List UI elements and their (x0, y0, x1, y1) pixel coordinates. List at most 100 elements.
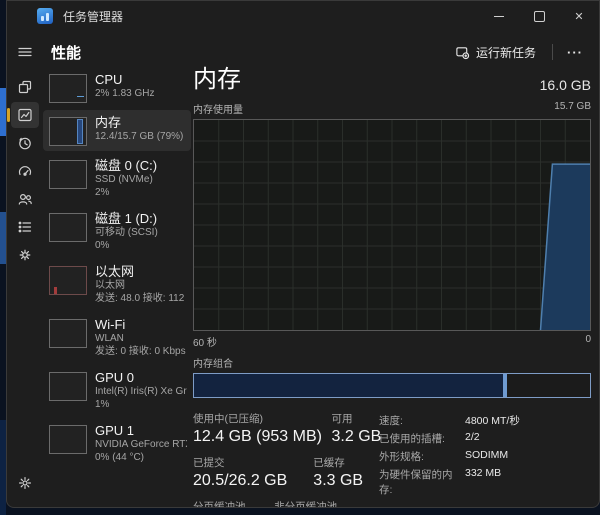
maximize-button[interactable] (519, 1, 559, 31)
details-list-icon (17, 219, 33, 235)
window-title: 任务管理器 (63, 8, 123, 25)
minimize-icon (494, 16, 504, 17)
nav-app-history[interactable] (11, 130, 39, 156)
chart-x-left-label: 60 秒 (193, 334, 217, 349)
processes-icon (17, 79, 33, 95)
sidebar-item-stats: 0% (44 °C) (95, 451, 187, 464)
stat-value-slots-used: 2/2 (465, 431, 480, 446)
sidebar-item-ethernet[interactable]: 以太网 以太网 发送: 48.0 接收: 112 K (43, 259, 191, 310)
titlebar[interactable]: 任务管理器 ✕ (7, 1, 599, 31)
run-new-task-icon (455, 45, 470, 60)
memory-stats-left: 使用中(已压缩) 12.4 GB (953 MB) 可用 3.2 GB 已提交 … (193, 413, 375, 508)
run-new-task-button[interactable]: 运行新任务 (445, 40, 546, 65)
sidebar-item-gpu0[interactable]: GPU 0 Intel(R) Iris(R) Xe Grap 1% (43, 365, 191, 416)
performance-icon (17, 107, 33, 123)
memory-stats-right: 速度: 4800 MT/秒 已使用的插槽: 2/2 外形规格: SODIMM 为… (379, 413, 520, 508)
sidebar-item-disk1[interactable]: 磁盘 1 (D:) 可移动 (SCSI) 0% (43, 206, 191, 257)
sidebar-item-title: CPU (95, 72, 154, 87)
sidebar-item-stats: 发送: 0 接收: 0 Kbps (95, 345, 186, 358)
sidebar-item-stats: 2% (95, 186, 157, 199)
sidebar-item-title: Wi-Fi (95, 317, 186, 332)
cpu-mini-chart (49, 74, 87, 103)
memory-composition-label: 内存组合 (193, 355, 591, 370)
nav-services[interactable] (11, 242, 39, 268)
nav-processes[interactable] (11, 74, 39, 100)
sidebar-item-gpu1[interactable]: GPU 1 NVIDIA GeForce RTX 0% (44 °C) (43, 418, 191, 469)
sidebar-item-wifi[interactable]: Wi-Fi WLAN 发送: 0 接收: 0 Kbps (43, 312, 191, 363)
users-icon (17, 191, 33, 207)
sidebar-item-subtitle: 以太网 (95, 279, 187, 292)
memory-mini-chart (49, 117, 87, 146)
services-gear-icon (17, 247, 33, 263)
sidebar-item-stats: 发送: 48.0 接收: 112 K (95, 292, 187, 305)
stat-label: 非分页缓冲池 (274, 501, 337, 508)
sidebar-item-subtitle: 可移动 (SCSI) (95, 226, 158, 239)
wifi-mini-chart (49, 319, 87, 348)
stat-label: 速度: (379, 413, 465, 428)
navigation-rail (7, 31, 43, 507)
stat-value-in-use: 12.4 GB (953 MB) (193, 426, 306, 447)
sidebar-item-title: 磁盘 0 (C:) (95, 158, 157, 173)
nav-startup-apps[interactable] (11, 158, 39, 184)
stat-value-speed: 4800 MT/秒 (465, 413, 520, 428)
more-options-button[interactable]: ··· (559, 43, 591, 62)
sidebar-item-title: 内存 (95, 115, 183, 130)
toolbar-divider (552, 44, 553, 60)
disk0-mini-chart (49, 160, 87, 189)
ethernet-mini-chart (49, 266, 87, 295)
memory-usage-chart[interactable] (193, 119, 591, 331)
performance-sidebar: CPU 2% 1.83 GHz 内存 12.4/15.7 GB (79%) 磁盘… (43, 67, 191, 471)
sidebar-item-memory[interactable]: 内存 12.4/15.7 GB (79%) (43, 110, 191, 151)
minimize-button[interactable] (479, 1, 519, 31)
run-new-task-label: 运行新任务 (476, 44, 536, 61)
memory-composition-bar[interactable] (193, 373, 591, 398)
chart-y-max-label: 15.7 GB (554, 101, 591, 116)
settings-gear-icon (17, 475, 33, 491)
sidebar-item-stats: 2% 1.83 GHz (95, 87, 154, 100)
history-clock-icon (17, 135, 33, 151)
hamburger-icon (17, 44, 33, 60)
stat-value-cached: 3.3 GB (313, 470, 363, 491)
stat-label: 已缓存 (313, 457, 363, 470)
close-button[interactable]: ✕ (559, 1, 599, 31)
stat-label: 为硬件保留的内存: (379, 467, 465, 497)
sidebar-item-stats: 0% (95, 239, 158, 252)
stat-value-available: 3.2 GB (332, 426, 375, 447)
task-manager-app-icon (37, 8, 53, 24)
gpu1-mini-chart (49, 425, 87, 454)
chart-title: 内存使用量 (193, 101, 243, 116)
stat-value-committed: 20.5/26.2 GB (193, 470, 287, 491)
nav-performance[interactable] (11, 102, 39, 128)
stat-label: 可用 (332, 413, 375, 426)
startup-gauge-icon (17, 163, 33, 179)
stat-label: 已使用的插槽: (379, 431, 465, 446)
sidebar-item-subtitle: SSD (NVMe) (95, 173, 157, 186)
stat-label: 分页缓冲池 (193, 501, 248, 508)
composition-used-segment (194, 374, 507, 397)
sidebar-item-title: GPU 0 (95, 370, 187, 385)
stat-label: 使用中(已压缩) (193, 413, 306, 426)
sidebar-item-subtitle: NVIDIA GeForce RTX (95, 438, 187, 451)
nav-menu-button[interactable] (11, 39, 39, 65)
stat-value-hardware-reserved: 332 MB (465, 467, 501, 497)
settings-button[interactable] (11, 470, 39, 496)
sidebar-item-title: GPU 1 (95, 423, 187, 438)
page-title: 性能 (51, 42, 81, 63)
memory-pane-title: 内存 (193, 67, 241, 93)
sidebar-item-subtitle: Intel(R) Iris(R) Xe Grap (95, 385, 187, 398)
sidebar-item-stats: 1% (95, 398, 187, 411)
maximize-icon (534, 11, 545, 22)
sidebar-item-cpu[interactable]: CPU 2% 1.83 GHz (43, 67, 191, 108)
gpu0-mini-chart (49, 372, 87, 401)
memory-detail-pane: 内存 16.0 GB 内存使用量 15.7 GB 60 秒 0 内存组合 使用中… (193, 67, 591, 508)
close-icon: ✕ (574, 10, 583, 23)
disk1-mini-chart (49, 213, 87, 242)
sidebar-item-subtitle: WLAN (95, 332, 186, 345)
nav-users[interactable] (11, 186, 39, 212)
memory-usage-area-chart (194, 120, 590, 330)
task-manager-window: 任务管理器 ✕ 性能 运行新任务 ··· (6, 0, 600, 508)
sidebar-item-stats: 12.4/15.7 GB (79%) (95, 130, 183, 143)
chart-x-right-label: 0 (585, 334, 591, 349)
sidebar-item-disk0[interactable]: 磁盘 0 (C:) SSD (NVMe) 2% (43, 153, 191, 204)
nav-details[interactable] (11, 214, 39, 240)
